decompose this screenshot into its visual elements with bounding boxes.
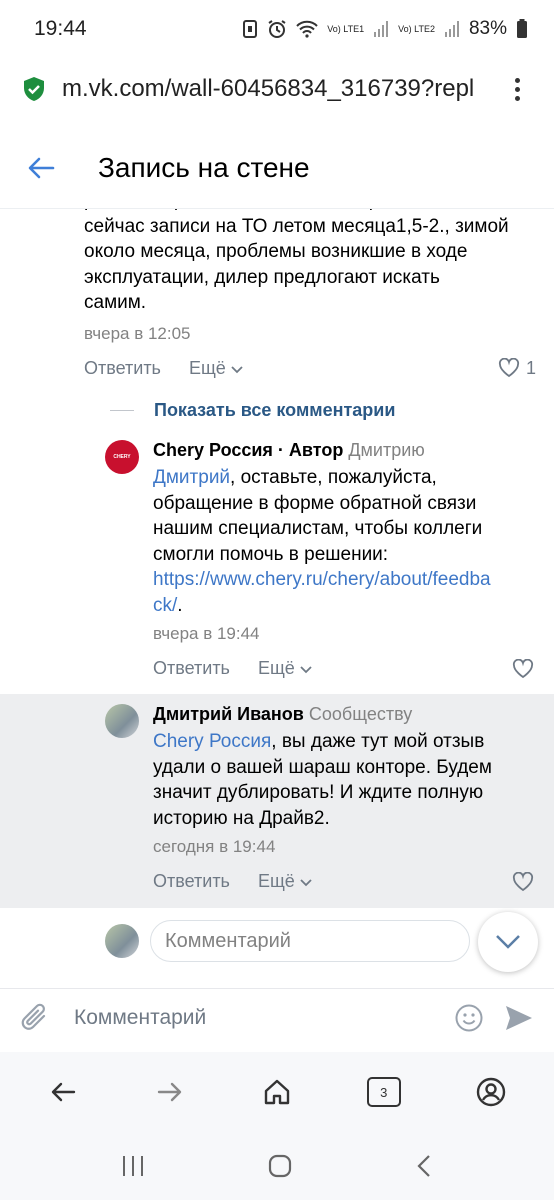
comments-area[interactable]: работы сервисов в выявлении проблем, сей… [0, 190, 554, 985]
like-count: 1 [525, 357, 536, 378]
alarm-icon [268, 20, 286, 38]
comment-line: историю на Драйв2. [153, 807, 330, 829]
like-button[interactable]: 1 [498, 358, 536, 379]
comment-author[interactable]: Дмитрий Иванов [153, 704, 304, 724]
top-comment: работы сервисов в выявлении проблем, сей… [0, 190, 554, 379]
comment-line: удали о вашей шараш конторе. Будем [153, 756, 492, 778]
heart-icon [498, 358, 520, 378]
more-button[interactable]: Ещё [258, 658, 312, 679]
comment-line: самим. [84, 292, 147, 313]
show-all-comments-label[interactable]: Показать все комментарии [154, 400, 395, 421]
chevron-down-icon [231, 365, 243, 373]
arrow-left-icon [28, 157, 55, 179]
comment-recipient[interactable]: Сообществу [309, 704, 412, 724]
reply-comment-user: Дмитрий Иванов Сообществу Chery Россия, … [0, 694, 554, 908]
secure-shield-icon [24, 77, 44, 101]
comment-timestamp: сегодня в 19:44 [153, 837, 276, 856]
avatar [105, 924, 139, 958]
reply-button[interactable]: Ответить [153, 658, 230, 679]
app-header: Запись на стене [0, 128, 554, 208]
home-circle-icon[interactable] [267, 1153, 293, 1179]
tabs-count: 3 [380, 1084, 388, 1100]
chevron-down-icon [300, 879, 312, 887]
heart-icon[interactable] [512, 871, 534, 892]
tabs-icon: 3 [366, 1077, 401, 1107]
mention-link[interactable]: Chery Россия [153, 731, 271, 752]
browser-tabs-button[interactable]: 3 [354, 1077, 414, 1107]
send-icon[interactable] [504, 1004, 534, 1032]
chevron-down-icon [300, 666, 312, 674]
comment-timestamp: вчера в 19:44 [153, 624, 260, 643]
reply-button[interactable]: Ответить [84, 358, 161, 379]
inline-comment-row: Комментарий [0, 920, 554, 964]
heart-icon[interactable] [512, 658, 534, 679]
emoji-icon[interactable] [454, 1003, 484, 1033]
comment-input[interactable]: Комментарий [74, 1006, 454, 1030]
more-button[interactable]: Ещё [189, 358, 243, 379]
show-all-comments[interactable]: Показать все комментарии [110, 400, 395, 421]
comment-line: эксплуатации, дилер предлогают искать [84, 266, 440, 288]
wifi-icon [296, 20, 318, 38]
recent-apps-icon[interactable] [120, 1154, 146, 1178]
scroll-down-button[interactable] [478, 912, 538, 972]
browser-url-bar[interactable]: m.vk.com/wall-60456834_316739?repl [0, 58, 554, 120]
browser-home-button[interactable] [247, 1078, 307, 1106]
back-chevron-icon[interactable] [414, 1153, 434, 1179]
comment-recipient[interactable]: Дмитрию [348, 440, 424, 460]
profile-icon [476, 1077, 505, 1107]
battery-icon [517, 19, 527, 38]
reply-comment-chery: CHERY Chery Россия · Автор Дмитрию Дмитр… [0, 432, 554, 694]
signal-icon-2 [444, 21, 459, 37]
status-bar: 19:44 Vo) LTE1 Vo) LTE2 83% [0, 0, 554, 58]
browser-toolbar: 3 [0, 1052, 554, 1132]
status-time: 19:44 [34, 17, 87, 40]
browser-menu-icon[interactable] [502, 77, 532, 101]
more-button[interactable]: Ещё [258, 871, 312, 892]
mention-link[interactable]: Дмитрий [153, 467, 230, 488]
avatar[interactable]: CHERY [105, 440, 139, 474]
chevron-down-icon [496, 935, 520, 949]
reply-button[interactable]: Ответить [153, 871, 230, 892]
comment-composer: Комментарий [0, 988, 554, 1046]
arrow-right-icon [157, 1082, 182, 1102]
battery-percent: 83% [468, 18, 507, 39]
paperclip-icon[interactable] [20, 1002, 50, 1034]
comment-line: смогли помочь в решении: [153, 543, 389, 565]
inline-comment-input[interactable]: Комментарий [150, 920, 470, 962]
browser-forward-button[interactable] [140, 1081, 200, 1103]
comment-line: значит дублировать! И ждите полную [153, 782, 484, 803]
browser-back-button[interactable] [33, 1081, 93, 1103]
sim1-label: Vo) LTE1 [327, 23, 365, 34]
feedback-link[interactable]: https://www.chery.ru/chery/about/feedba [153, 567, 534, 593]
comment-line: обращение в форме обратной связи [153, 492, 477, 514]
signal-icon-1 [374, 21, 389, 37]
comment-line: сейчас записи на ТО летом месяца1,5-2., … [84, 215, 509, 237]
back-button[interactable] [0, 156, 82, 180]
system-nav-bar [0, 1132, 554, 1200]
page-title: Запись на стене [98, 152, 310, 183]
comment-line: около месяца, проблемы возникшие в ходе [84, 241, 468, 262]
comment-line: нашим специалистам, чтобы коллеги [153, 518, 483, 539]
home-icon [264, 1079, 290, 1105]
comment-timestamp: вчера в 12:05 [84, 323, 191, 343]
browser-profile-button[interactable] [461, 1077, 521, 1107]
nfc-icon [243, 20, 258, 38]
comment-author[interactable]: Chery Россия · Автор [153, 440, 343, 460]
arrow-left-icon [52, 1082, 76, 1102]
avatar[interactable] [105, 704, 139, 738]
url-text[interactable]: m.vk.com/wall-60456834_316739?repl [62, 75, 502, 103]
sim2-label: Vo) LTE2 [398, 23, 435, 34]
feedback-link-cont[interactable]: ck/ [153, 595, 177, 616]
